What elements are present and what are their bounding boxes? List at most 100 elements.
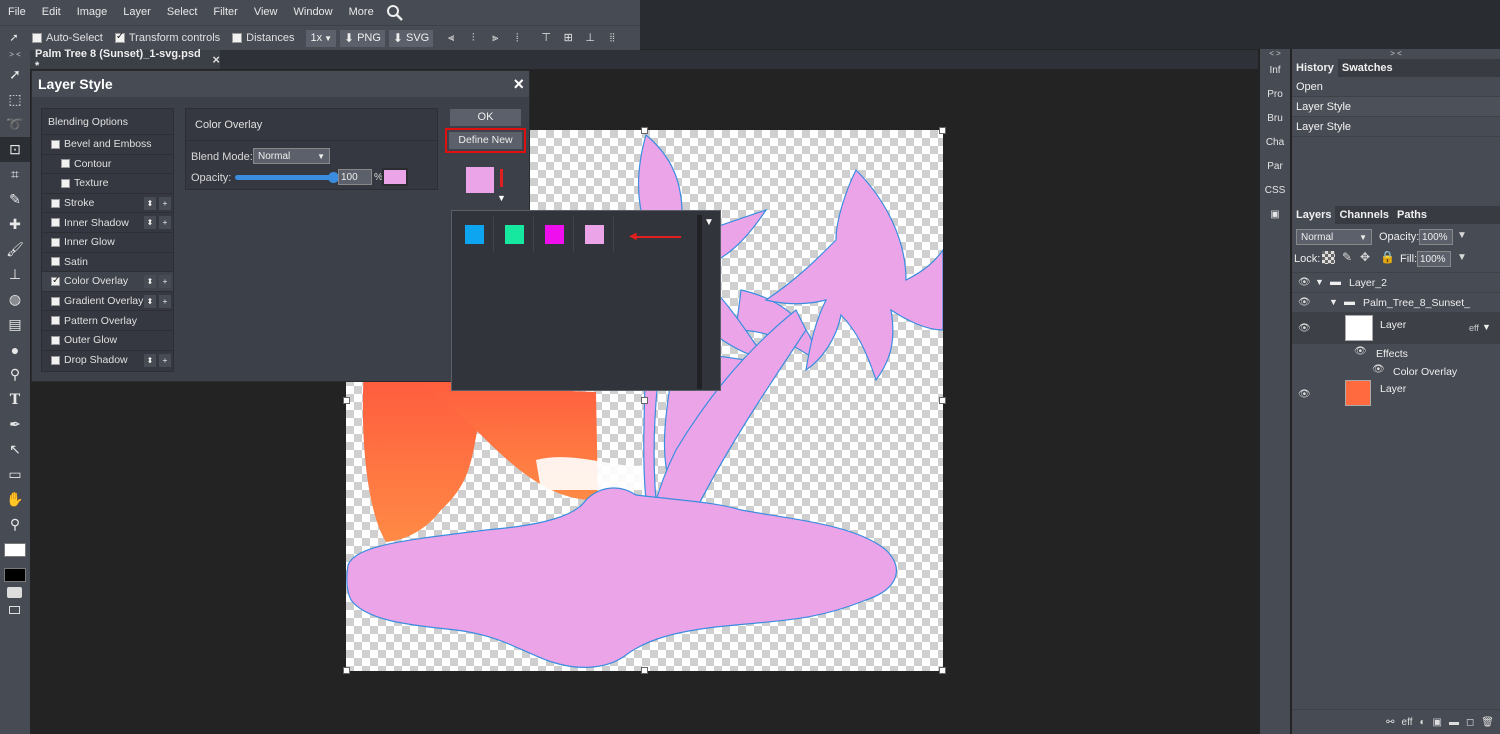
transform-handle-right[interactable] bbox=[939, 397, 946, 404]
eraser-tool-icon[interactable]: ◍ bbox=[0, 287, 30, 312]
style-item-satin[interactable]: Satin bbox=[42, 253, 173, 273]
add-icon[interactable]: + bbox=[159, 196, 171, 210]
text-tool-icon[interactable]: T bbox=[0, 387, 30, 412]
style-item-texture[interactable]: Texture bbox=[42, 174, 173, 194]
layer-row-selected[interactable]: 👁 Layer eff ▼ bbox=[1292, 312, 1500, 344]
checkbox-icon[interactable] bbox=[51, 257, 60, 267]
checkbox-icon[interactable] bbox=[51, 296, 60, 306]
crop-tool-icon[interactable]: ⌗ bbox=[0, 162, 30, 187]
checkbox-checked-icon[interactable] bbox=[51, 275, 60, 286]
close-tab-icon[interactable]: × bbox=[212, 52, 220, 67]
style-item-inner-shadow[interactable]: Inner Shadow ⬍ + bbox=[42, 213, 173, 233]
effects-icon[interactable]: eff bbox=[1402, 717, 1413, 728]
align-right-icon[interactable]: ⫸ bbox=[487, 30, 503, 46]
path-select-tool-icon[interactable]: ↖ bbox=[0, 437, 30, 462]
style-item-outer-glow[interactable]: Outer Glow bbox=[42, 331, 173, 351]
close-icon[interactable]: × bbox=[513, 71, 524, 97]
zoom-select[interactable]: 1x ▼ bbox=[306, 29, 337, 47]
menu-image[interactable]: Image bbox=[69, 0, 116, 25]
dropdown-triangle-icon[interactable]: ▼ bbox=[497, 193, 506, 203]
overlay-color-swatch[interactable] bbox=[382, 168, 408, 186]
transform-handle-bottom[interactable] bbox=[641, 667, 648, 674]
opacity-slider[interactable] bbox=[235, 172, 339, 183]
dialog-titlebar[interactable]: Layer Style × bbox=[32, 71, 529, 97]
lock-brush-icon[interactable]: ✎ bbox=[1342, 250, 1352, 264]
effects-badge[interactable]: eff bbox=[1469, 323, 1479, 333]
swatch-cell[interactable] bbox=[456, 217, 494, 252]
search-icon[interactable] bbox=[386, 4, 404, 22]
popup-menu-icon[interactable]: ▼ bbox=[704, 217, 714, 228]
delete-icon[interactable]: 🗑 bbox=[1481, 717, 1494, 728]
style-item-stroke[interactable]: Stroke ⬍ + bbox=[42, 194, 173, 214]
style-preview-swatch[interactable] bbox=[466, 167, 494, 193]
reorder-icon[interactable]: ⬍ bbox=[144, 216, 156, 230]
new-layer-icon[interactable]: ◻ bbox=[1466, 717, 1474, 728]
collapse-arrows-icon[interactable]: > < bbox=[1292, 49, 1500, 59]
paragraph-panel-tab[interactable]: Par bbox=[1260, 155, 1290, 179]
layer-group-row[interactable]: 👁 ▼ ▬ Palm_Tree_8_Sunset_ bbox=[1292, 292, 1500, 312]
menu-layer[interactable]: Layer bbox=[115, 0, 159, 25]
transform-handle-bottom-left[interactable] bbox=[343, 667, 350, 674]
eyedropper-tool-icon[interactable]: ✎ bbox=[0, 187, 30, 212]
eye-icon[interactable]: 👁 bbox=[1354, 347, 1367, 357]
dodge-tool-icon[interactable]: ⚲ bbox=[0, 362, 30, 387]
pen-tool-icon[interactable]: ✒ bbox=[0, 412, 30, 437]
lock-transparency-icon[interactable] bbox=[1322, 251, 1335, 264]
css-panel-tab[interactable]: CSS bbox=[1260, 179, 1290, 203]
transform-handle-left[interactable] bbox=[343, 397, 350, 404]
properties-panel-tab[interactable]: Pro bbox=[1260, 83, 1290, 107]
style-item-bevel[interactable]: Bevel and Emboss bbox=[42, 135, 173, 155]
gradient-tool-icon[interactable]: ▤ bbox=[0, 312, 30, 337]
brush-tool-icon[interactable]: 🖌 bbox=[0, 237, 30, 262]
ok-button[interactable]: OK bbox=[450, 109, 521, 126]
reorder-icon[interactable]: ⬍ bbox=[144, 353, 156, 367]
menu-more[interactable]: More bbox=[341, 0, 382, 25]
layer-opacity-input[interactable]: 100% bbox=[1419, 229, 1453, 245]
layer-fill-input[interactable]: 100% bbox=[1417, 251, 1451, 267]
transform-controls-checkbox[interactable]: Transform controls bbox=[114, 31, 220, 44]
popup-scrollbar[interactable] bbox=[697, 215, 702, 389]
transform-handle-top[interactable] bbox=[641, 127, 648, 134]
tab-channels[interactable]: Channels bbox=[1335, 206, 1393, 224]
expand-arrows-icon[interactable]: < > bbox=[1260, 49, 1290, 59]
export-png-button[interactable]: ⬇ PNG bbox=[340, 29, 385, 47]
tab-paths[interactable]: Paths bbox=[1393, 206, 1431, 224]
reorder-icon[interactable]: ⬍ bbox=[144, 275, 156, 289]
stamp-tool-icon[interactable]: ⊥ bbox=[0, 262, 30, 287]
quick-mask-icon[interactable] bbox=[7, 587, 22, 598]
define-new-button[interactable]: Define New bbox=[449, 132, 522, 149]
screen-mode-icon[interactable] bbox=[9, 606, 20, 614]
chevron-down-icon[interactable]: ▼ bbox=[1329, 297, 1338, 307]
history-item[interactable]: Layer Style bbox=[1292, 97, 1500, 117]
zoom-tool-icon[interactable]: ⚲ bbox=[0, 512, 30, 537]
lasso-tool-icon[interactable]: ➰ bbox=[0, 112, 30, 137]
distribute-icon[interactable]: ⦙ bbox=[509, 30, 525, 46]
reorder-icon[interactable]: ⬍ bbox=[144, 294, 156, 308]
export-svg-button[interactable]: ⬇ SVG bbox=[388, 29, 434, 47]
reorder-icon[interactable]: ⬍ bbox=[144, 196, 156, 210]
checkbox-icon[interactable] bbox=[51, 198, 60, 208]
lock-all-icon[interactable]: 🔒 bbox=[1380, 250, 1395, 264]
opacity-dropdown-icon[interactable]: ▼ bbox=[1457, 230, 1467, 241]
auto-select-checkbox[interactable]: Auto-Select bbox=[32, 32, 103, 44]
transform-handle-bottom-right[interactable] bbox=[939, 667, 946, 674]
menu-select[interactable]: Select bbox=[159, 0, 206, 25]
document-tab[interactable]: Palm Tree 8 (Sunset)_1-svg.psd * × bbox=[30, 48, 220, 72]
checkbox-icon[interactable] bbox=[51, 316, 60, 326]
tab-layers[interactable]: Layers bbox=[1292, 206, 1336, 224]
checkbox-icon[interactable] bbox=[51, 218, 60, 228]
checkbox-icon[interactable] bbox=[51, 335, 60, 345]
add-icon[interactable]: + bbox=[159, 275, 171, 289]
layer-group-row[interactable]: 👁 ▼ ▬ Layer_2 bbox=[1292, 272, 1500, 292]
foreground-color-swatch[interactable] bbox=[4, 543, 26, 557]
chevron-down-icon[interactable]: ▼ bbox=[1315, 277, 1324, 287]
eye-icon[interactable]: 👁 bbox=[1298, 324, 1311, 334]
blending-options-item[interactable]: Blending Options bbox=[42, 109, 173, 135]
chevron-down-icon[interactable]: ▼ bbox=[1482, 322, 1491, 332]
eye-icon[interactable]: 👁 bbox=[1372, 365, 1385, 375]
distribute-horizontal-icon[interactable]: ⦙⦙ bbox=[604, 30, 620, 46]
eye-icon[interactable]: 👁 bbox=[1298, 278, 1311, 288]
checkbox-icon[interactable] bbox=[51, 139, 60, 149]
fill-dropdown-icon[interactable]: ▼ bbox=[1457, 252, 1467, 263]
blur-tool-icon[interactable]: ● bbox=[0, 337, 30, 362]
